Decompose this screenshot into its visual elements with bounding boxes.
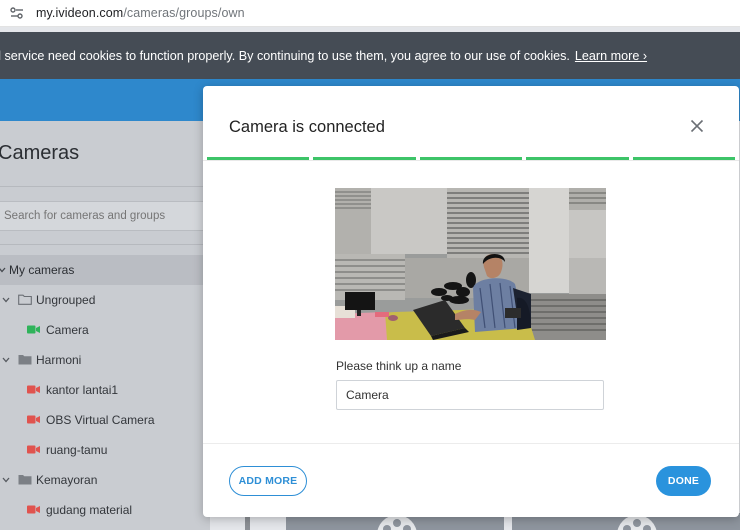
camera-name-input[interactable] xyxy=(336,380,604,410)
divider xyxy=(0,186,210,187)
tree-label: ruang-tamu xyxy=(46,443,108,457)
tree-camera-item[interactable]: gudang material xyxy=(0,495,210,525)
folder-icon xyxy=(18,474,32,485)
cookie-text: d service need cookies to function prope… xyxy=(0,48,570,63)
sidebar: Cameras My cameras Ungrouped Camera xyxy=(0,121,210,530)
folder-icon xyxy=(18,354,32,365)
tree-label: Harmoni xyxy=(36,353,82,367)
camera-offline-icon xyxy=(27,445,40,454)
tree-label: kantor lantai1 xyxy=(46,383,119,397)
url-path: /cameras/groups/own xyxy=(123,6,245,20)
learn-more-link[interactable]: Learn more › xyxy=(575,49,647,63)
url-text[interactable]: my.ivideon.com/cameras/groups/own xyxy=(36,6,245,20)
tree-label: Camera xyxy=(46,323,89,337)
site-settings-icon[interactable] xyxy=(4,0,30,27)
camera-offline-icon xyxy=(27,385,40,394)
camera-offline-icon xyxy=(27,505,40,514)
divider xyxy=(0,244,210,245)
camera-preview xyxy=(335,188,606,340)
divider xyxy=(203,160,739,161)
tree-group-kemayoran[interactable]: Kemayoran xyxy=(0,465,210,495)
tree-camera-item[interactable]: Camera xyxy=(0,315,210,345)
tree-root-my-cameras[interactable]: My cameras xyxy=(0,255,210,285)
tree-label: Ungrouped xyxy=(36,293,96,307)
folder-outline-icon xyxy=(18,294,32,305)
add-more-button[interactable]: ADD MORE xyxy=(229,466,307,496)
divider xyxy=(203,443,739,444)
camera-offline-icon xyxy=(27,415,40,424)
camera-connected-dialog: Camera is connected Please think up a na… xyxy=(203,86,739,517)
tree-group-ungrouped[interactable]: Ungrouped xyxy=(0,285,210,315)
tree-camera-item[interactable]: ruang-tamu xyxy=(0,435,210,465)
tree-camera-item[interactable]: kantor lantai1 xyxy=(0,375,210,405)
tree-group-harmoni[interactable]: Harmoni xyxy=(0,345,210,375)
dialog-title: Camera is connected xyxy=(229,118,385,136)
chevron-down-icon[interactable] xyxy=(1,475,11,485)
sidebar-title: Cameras xyxy=(0,142,80,164)
done-button[interactable]: DONE xyxy=(656,466,711,496)
chevron-down-icon[interactable] xyxy=(1,355,11,365)
tree-label: OBS Virtual Camera xyxy=(46,413,155,427)
cookie-banner: d service need cookies to function prope… xyxy=(0,32,740,79)
tree-label: gudang material xyxy=(46,503,133,517)
search-input[interactable] xyxy=(4,210,194,222)
address-bar[interactable]: my.ivideon.com/cameras/groups/own xyxy=(0,0,740,27)
tree-camera-item[interactable]: OBS Virtual Camera xyxy=(0,405,210,435)
url-host: my.ivideon.com xyxy=(36,6,124,20)
close-icon[interactable] xyxy=(688,117,706,135)
chevron-down-icon[interactable] xyxy=(0,265,7,275)
chevron-down-icon[interactable] xyxy=(1,295,11,305)
name-label: Please think up a name xyxy=(336,359,462,373)
tree-root-label: My cameras xyxy=(9,263,75,277)
camera-online-icon xyxy=(27,325,40,334)
tree-label: Kemayoran xyxy=(36,473,98,487)
search-box[interactable] xyxy=(0,201,205,231)
